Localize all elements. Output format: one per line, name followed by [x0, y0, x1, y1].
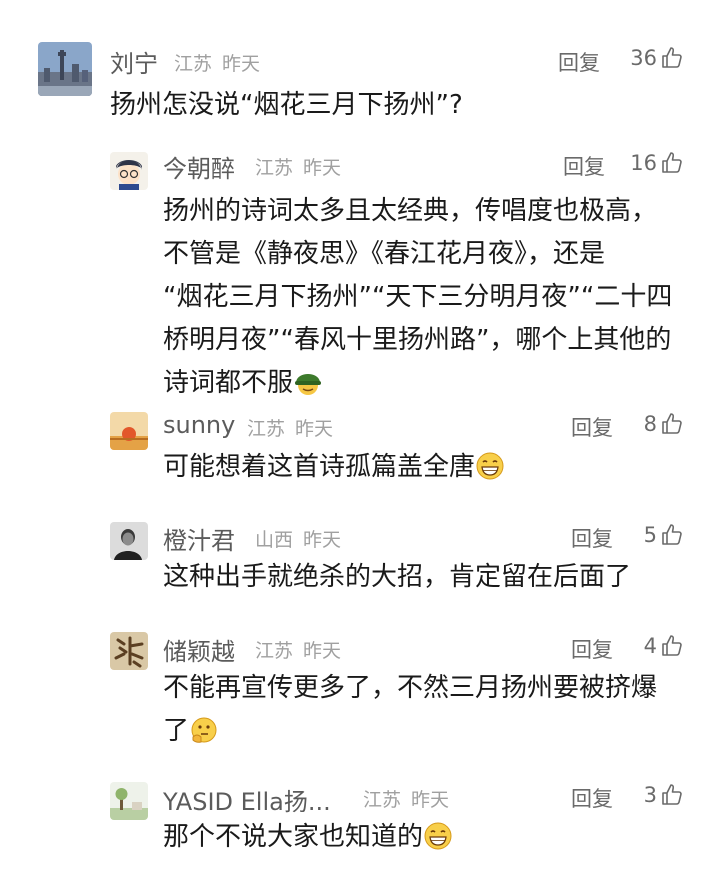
- thumbs-up-icon: [662, 152, 682, 173]
- comment-line: 那个不说大家也知道的: [163, 816, 453, 859]
- commenter-name[interactable]: sunny: [163, 411, 235, 439]
- comment-line: 不能再宣传更多了，不然三月扬州要被挤爆: [163, 673, 658, 703]
- comment-time: 昨天: [303, 529, 342, 551]
- comment-time: 昨天: [411, 789, 450, 811]
- comment-time: 昨天: [222, 53, 261, 75]
- comment-text: 扬州怎没说“烟花三月下扬州”?: [110, 84, 463, 127]
- reply-button[interactable]: 回复: [571, 634, 613, 664]
- comment-line: 桥明月夜”“春风十里扬州路”，哪个上其他的: [163, 325, 672, 355]
- comment-line-text: 那个不说大家也知道的: [163, 822, 424, 852]
- comment-location: 江苏: [247, 418, 286, 440]
- comment-meta: 江苏 昨天: [247, 414, 333, 441]
- soldier-helmet-emoji: [295, 374, 322, 395]
- comment-line: 扬州的诗词太多且太经典，传唱度也极高，: [163, 196, 658, 226]
- comment-line: 诗词都不服: [163, 362, 672, 405]
- comment-line: 可能想着这首诗孤篇盖全唐: [163, 446, 505, 489]
- reply-button[interactable]: 回复: [571, 412, 613, 442]
- comment-location: 江苏: [255, 640, 294, 662]
- comment-text: 可能想着这首诗孤篇盖全唐: [163, 446, 505, 489]
- like-button[interactable]: 4: [644, 634, 684, 658]
- comment-location: 山西: [255, 529, 294, 551]
- comment-time: 昨天: [295, 418, 334, 440]
- comment-meta: 江苏 昨天: [363, 785, 449, 812]
- thumbs-up-icon: [662, 635, 682, 656]
- comment-line: 扬州怎没说“烟花三月下扬州”?: [110, 90, 463, 120]
- comment-location: 江苏: [255, 157, 294, 179]
- like-button[interactable]: 36: [630, 46, 684, 70]
- comment-meta: 江苏 昨天: [255, 636, 341, 663]
- comment-location: 江苏: [363, 789, 402, 811]
- comment-text: 扬州的诗词太多且太经典，传唱度也极高， 不管是《静夜思》《春江花月夜》，还是 “…: [163, 190, 672, 405]
- comment-meta: 江苏 昨天: [255, 153, 341, 180]
- grin-emoji: [424, 822, 452, 850]
- comment-line: “烟花三月下扬州”“天下三分明月夜”“二十四: [163, 282, 673, 312]
- like-button[interactable]: 5: [644, 523, 684, 547]
- comment-line: 了: [163, 710, 657, 753]
- comment-meta: 江苏 昨天: [174, 49, 260, 76]
- comment-location: 江苏: [174, 53, 213, 75]
- commenter-name[interactable]: 橙汁君: [163, 521, 235, 556]
- comment-time: 昨天: [303, 157, 342, 179]
- thumbs-up-icon: [662, 784, 682, 805]
- like-count: 36: [630, 46, 657, 70]
- thumbs-up-icon: [662, 524, 682, 545]
- comment-meta: 山西 昨天: [255, 525, 341, 552]
- comment-time: 昨天: [303, 640, 342, 662]
- reply-button[interactable]: 回复: [571, 783, 613, 813]
- reply-button[interactable]: 回复: [571, 523, 613, 553]
- avatar[interactable]: [110, 632, 148, 670]
- like-count: 3: [643, 783, 657, 807]
- commenter-name[interactable]: 今朝醉: [163, 149, 235, 184]
- commenter-name[interactable]: 刘宁: [110, 44, 158, 79]
- comment-text: 不能再宣传更多了，不然三月扬州要被挤爆 了: [163, 667, 657, 753]
- like-button[interactable]: 8: [644, 412, 684, 436]
- like-count: 4: [643, 634, 657, 658]
- thumbs-up-icon: [662, 47, 682, 68]
- avatar[interactable]: [110, 782, 148, 820]
- commenter-name[interactable]: 储颖越: [163, 632, 235, 667]
- avatar[interactable]: [110, 522, 148, 560]
- thumbs-up-icon: [662, 413, 682, 434]
- commenter-name[interactable]: YASID Ella扬...: [163, 782, 331, 817]
- comment-text: 这种出手就绝杀的大招，肯定留在后面了: [163, 556, 631, 599]
- comment-line-text: 了: [163, 716, 190, 746]
- comment-line: 不管是《静夜思》《春江花月夜》，还是: [163, 239, 606, 269]
- like-button[interactable]: 16: [630, 151, 684, 175]
- comment-text: 那个不说大家也知道的: [163, 816, 453, 859]
- avatar[interactable]: [110, 152, 148, 190]
- grin-emoji: [476, 452, 504, 480]
- comment-line: 这种出手就绝杀的大招，肯定留在后面了: [163, 562, 632, 592]
- avatar[interactable]: [110, 412, 148, 450]
- like-count: 16: [630, 151, 657, 175]
- avatar[interactable]: [38, 42, 92, 96]
- reply-button[interactable]: 回复: [558, 47, 600, 77]
- comment-line-text: 可能想着这首诗孤篇盖全唐: [163, 452, 476, 482]
- comment-line-text: 诗词都不服: [163, 368, 294, 398]
- like-count: 8: [643, 412, 657, 436]
- like-button[interactable]: 3: [644, 783, 684, 807]
- reply-button[interactable]: 回复: [563, 151, 605, 181]
- like-count: 5: [643, 523, 657, 547]
- thinking-emoji: [191, 717, 217, 743]
